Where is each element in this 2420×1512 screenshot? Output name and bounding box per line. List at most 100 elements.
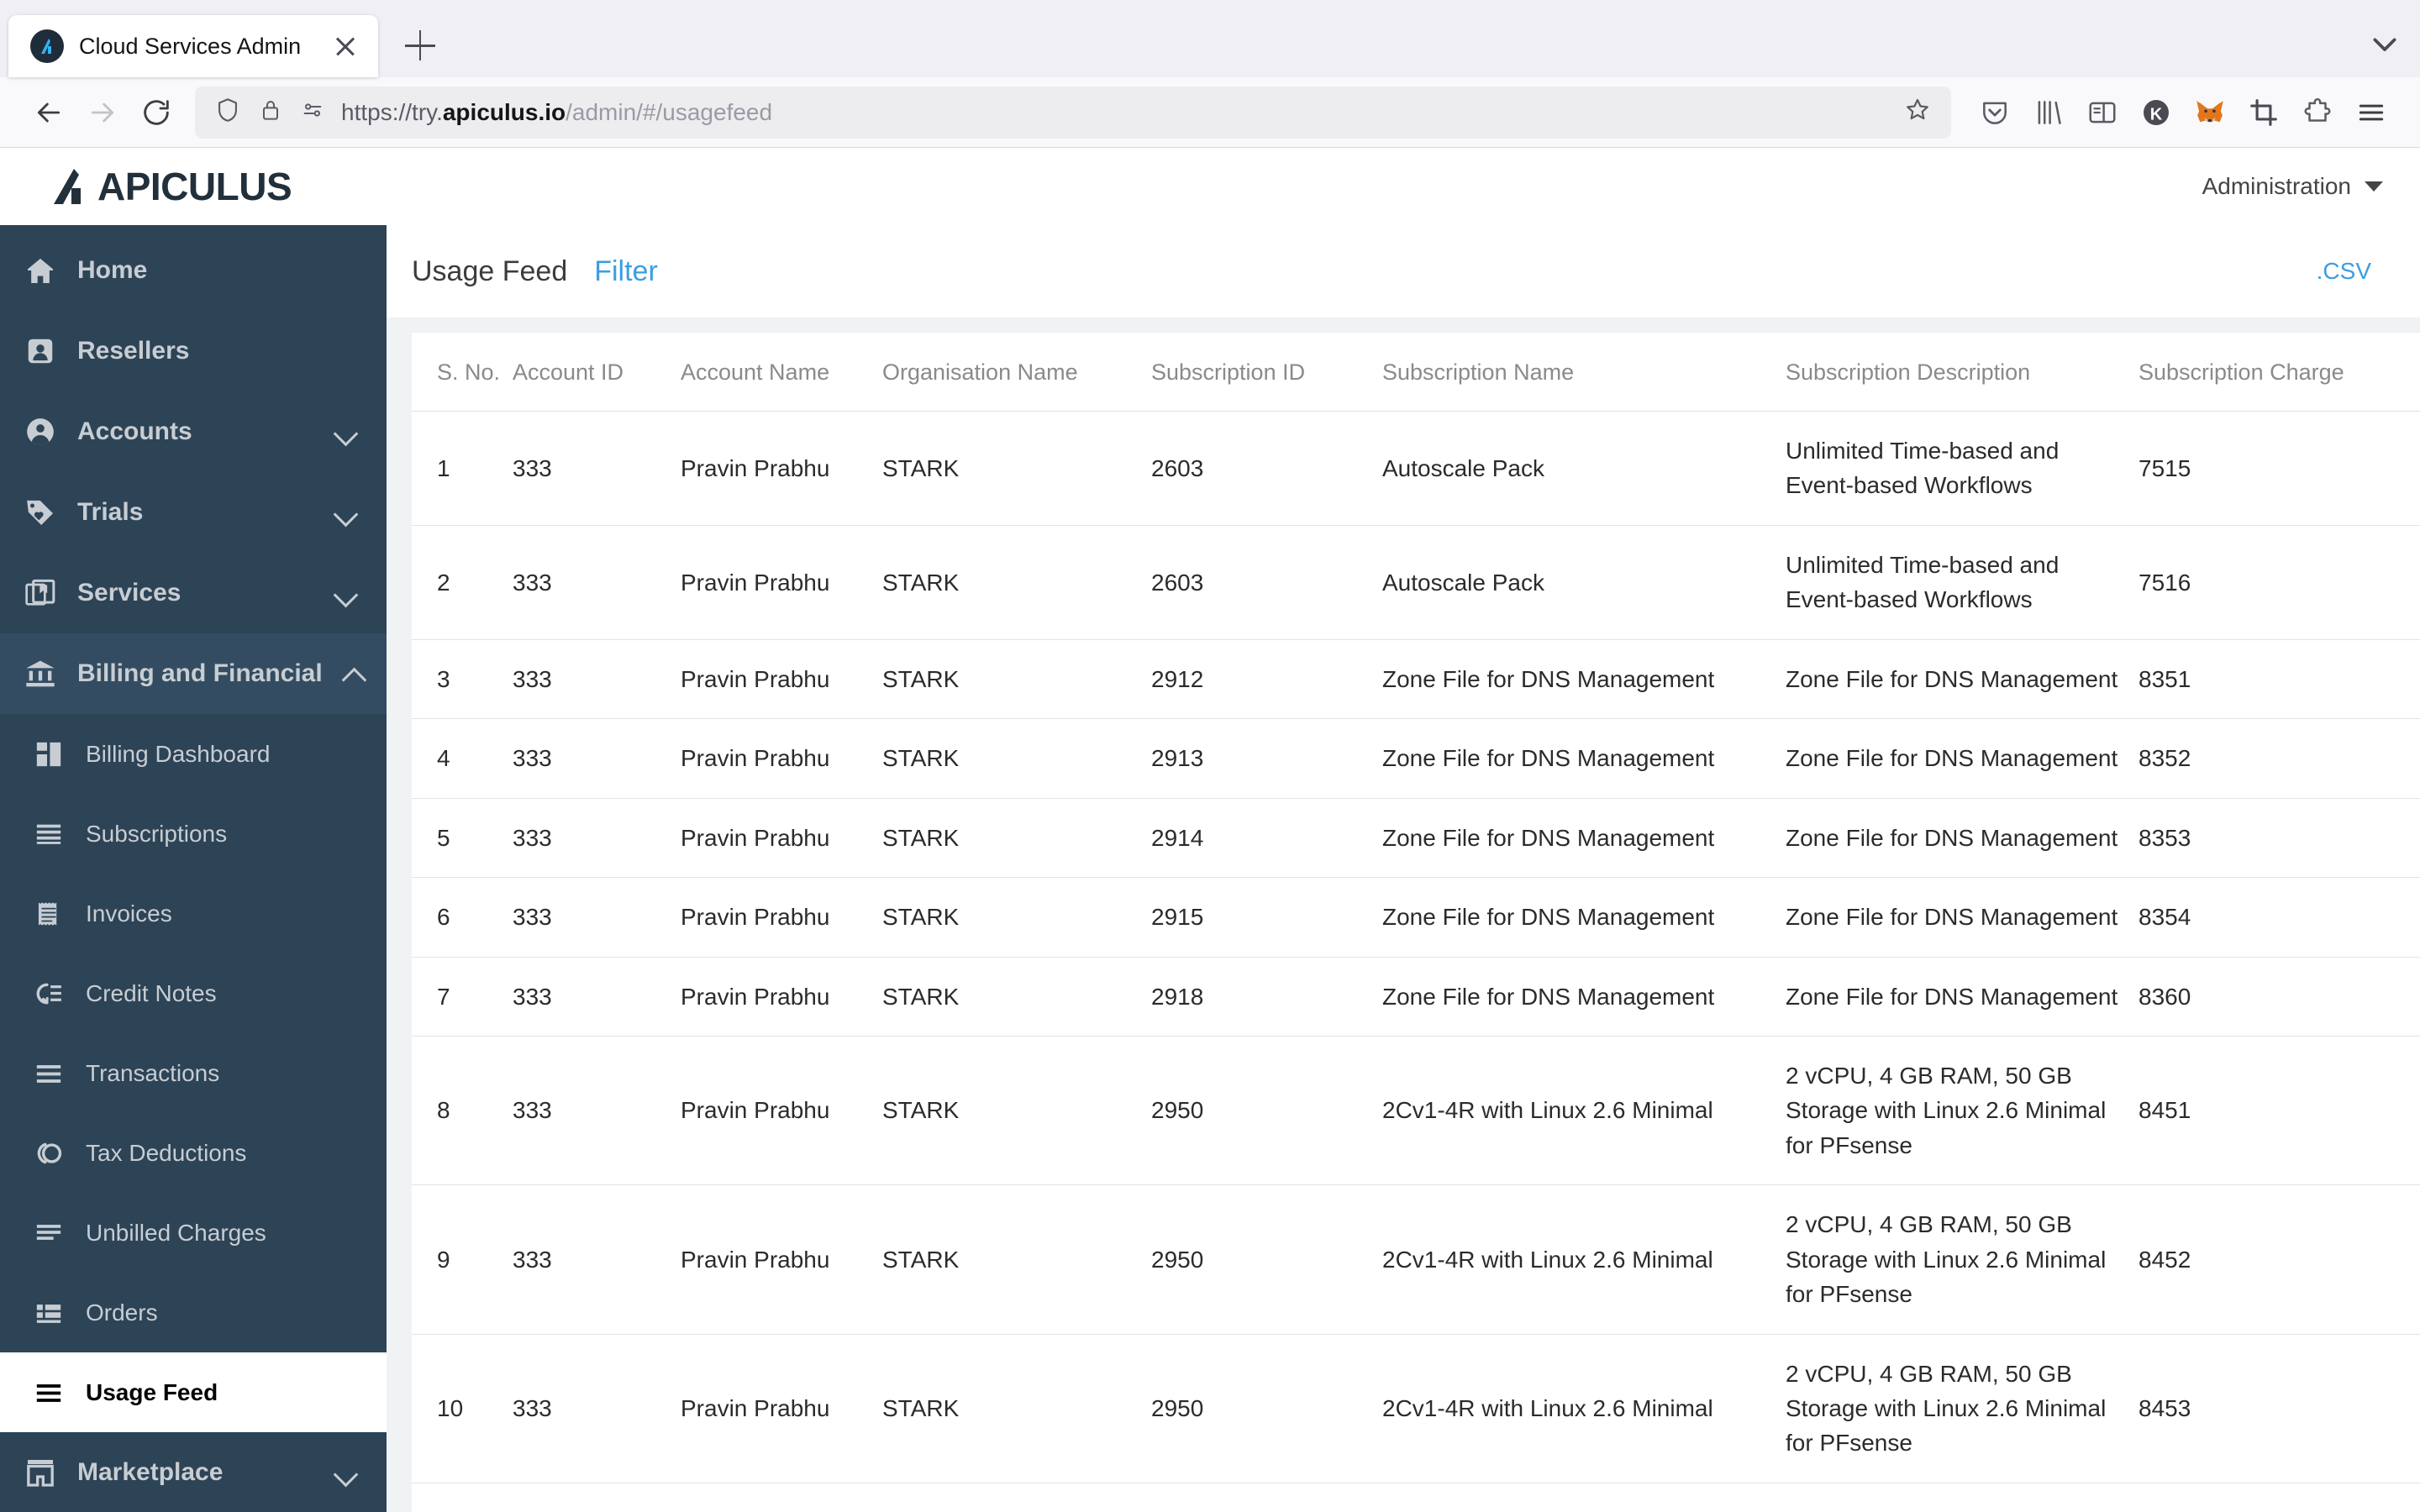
credit-note-icon [30,979,67,1008]
cell-subscription-name: 2Cv1-4R with Linux 2.6 Minimal [1382,1334,1786,1483]
sidebar-item-label: Credit Notes [86,979,217,1006]
table-row[interactable]: 2 333 Pravin Prabhu STARK 2603 Autoscale Pack… [412,525,2420,640]
column-header-account-name[interactable]: Account Name [681,333,882,412]
chevron-down-icon [2365,181,2383,192]
chevron-down-icon[interactable] [333,419,358,444]
browser-toolbar-icons: K [1968,86,2398,139]
cell-organisation-name: STARK [882,639,1151,720]
url-text[interactable]: https://try.apiculus.io/admin/#/usagefee… [341,99,1887,126]
cell-subscription-name: Zone File for DNS Management [1382,877,1786,958]
table-row[interactable]: 5 333 Pravin Prabhu STARK 2914 Zone File for … [412,798,2420,879]
star-icon[interactable] [1902,95,1933,129]
metamask-fox-icon[interactable] [2183,86,2237,139]
chevron-down-icon[interactable] [333,1460,358,1485]
sidebar-item-resellers[interactable]: Resellers [0,311,387,391]
table-row[interactable]: 6 333 Pravin Prabhu STARK 2915 Zone File for … [412,877,2420,958]
column-header-subscription-name[interactable]: Subscription Name [1382,333,1786,412]
sidebar-item-credit-notes[interactable]: Credit Notes [0,953,387,1033]
unbilled-lines-icon [30,1219,67,1247]
back-arrow-icon[interactable] [22,86,76,139]
sidebar-item-home[interactable]: Home [0,230,387,311]
permissions-icon[interactable] [299,97,326,128]
k-extension-icon[interactable]: K [2129,86,2183,139]
cell-account-id: 333 [513,639,681,720]
cell-subscription-id: 2912 [1151,639,1382,720]
chevron-down-icon[interactable] [333,580,358,606]
sidebar-icon[interactable] [2075,86,2129,139]
cell-sno: 4 [412,718,513,799]
sidebar-item-accounts[interactable]: Accounts [0,391,387,472]
cell-subscription-description: 2 vCPU, 4 GB RAM, 50 GB Storage with Lin… [1786,1036,2139,1186]
column-header-subscription-description[interactable]: Subscription Description [1786,333,2139,412]
table-row[interactable]: 3 333 Pravin Prabhu STARK 2912 Zone File for … [412,639,2420,720]
cell-subscription-description: 2 vCPU, 4 GB RAM, 50 GB Storage with Lin… [1786,1334,2139,1483]
sidebar-item-tax-deductions[interactable]: Tax Deductions [0,1113,387,1193]
sidebar-item-label: Billing and Financial [77,659,323,687]
screenshot-crop-icon[interactable] [2237,86,2291,139]
browser-window: Cloud Services Admin https://try.apiculu… [0,0,2420,1512]
sidebar-item-orders[interactable]: Orders [0,1273,387,1352]
table-row[interactable]: 1 333 Pravin Prabhu STARK 2603 Autoscale Pack… [412,411,2420,526]
sidebar-item-transactions[interactable]: Transactions [0,1033,387,1113]
cell-sno: 2 [412,525,513,640]
column-header-sno[interactable]: S. No. [412,333,513,412]
browser-tab[interactable]: Cloud Services Admin [8,15,378,77]
sidebar-item-label: Invoices [86,900,172,927]
sidebar-item-services[interactable]: Services [0,553,387,633]
table-row[interactable]: 8 333 Pravin Prabhu STARK 2950 2Cv1-4R with L… [412,1036,2420,1186]
close-icon[interactable] [331,32,360,60]
cell-account-name: Pravin Prabhu [681,1334,882,1483]
chevron-down-icon[interactable] [2361,20,2408,67]
hamburger-menu-icon[interactable] [2344,86,2398,139]
url-bar[interactable]: https://try.apiculus.io/admin/#/usagefee… [195,86,1951,139]
column-header-subscription-charge[interactable]: Subscription Charge [2139,333,2420,412]
filter-link[interactable]: Filter [594,255,658,288]
chevron-down-icon[interactable] [333,500,358,525]
sidebar-item-billing-dashboard[interactable]: Billing Dashboard [0,714,387,794]
new-tab-button[interactable] [397,22,444,69]
reload-icon[interactable] [129,86,183,139]
table-row[interactable]: 10 333 Pravin Prabhu STARK 2950 2Cv1-4R with … [412,1334,2420,1483]
table-row[interactable]: 7 333 Pravin Prabhu STARK 2918 Zone File for … [412,957,2420,1037]
cell-subscription-charge: 8360 [2139,957,2420,1037]
sidebar-item-unbilled-charges[interactable]: Unbilled Charges [0,1193,387,1273]
extensions-puzzle-icon[interactable] [2291,86,2344,139]
cell-subscription-id: 2914 [1151,798,1382,879]
bank-icon [22,657,59,690]
table-row[interactable]: 4 333 Pravin Prabhu STARK 2913 Zone File for … [412,718,2420,799]
cell-subscription-name: Zone File for DNS Management [1382,798,1786,879]
sidebar-item-label: Accounts [77,417,192,445]
column-header-organisation-name[interactable]: Organisation Name [882,333,1151,412]
shield-icon[interactable] [213,96,242,129]
tax-circles-icon [30,1139,67,1168]
cell-organisation-name: STARK [882,525,1151,640]
cell-subscription-charge: 7515 [2139,411,2420,526]
usage-feed-lines-icon [30,1378,67,1407]
apiculus-logo[interactable]: APICULUS [49,165,292,207]
sidebar-item-label: Orders [86,1299,158,1326]
cell-subscription-charge: 8452 [2139,1184,2420,1335]
orders-grid-icon [30,1299,67,1327]
cell-organisation-name: STARK [882,877,1151,958]
account-menu[interactable]: Administration [2202,173,2383,200]
sidebar-item-trials[interactable]: Trials [0,472,387,553]
table-row[interactable]: 11333Pravin PrabhuSTARK29502Cv1-4R with … [412,1483,2420,1512]
sidebar-item-billing-and-financial[interactable]: Billing and Financial [0,633,387,714]
csv-export-link[interactable]: .CSV [2317,258,2371,285]
cell-account-id: 333 [513,1036,681,1186]
lock-icon[interactable] [257,97,284,128]
column-header-account-id[interactable]: Account ID [513,333,681,412]
sidebar-item-marketplace[interactable]: Marketplace [0,1432,387,1512]
cell-organisation-name: STARK [882,1334,1151,1483]
cell-subscription-id: 2603 [1151,411,1382,526]
column-header-subscription-id[interactable]: Subscription ID [1151,333,1382,412]
chevron-up-icon[interactable] [341,661,366,686]
sidebar-item-subscriptions[interactable]: Subscriptions [0,794,387,874]
sidebar-item-invoices[interactable]: Invoices [0,874,387,953]
cell-organisation-name: STARK [882,798,1151,879]
sidebar-item-usage-feed[interactable]: Usage Feed [0,1352,387,1432]
table-row[interactable]: 9 333 Pravin Prabhu STARK 2950 2Cv1-4R with L… [412,1184,2420,1335]
library-icon[interactable] [2022,86,2075,139]
pocket-save-icon[interactable] [1968,86,2022,139]
cell-account-name: Pravin Prabhu [681,718,882,799]
